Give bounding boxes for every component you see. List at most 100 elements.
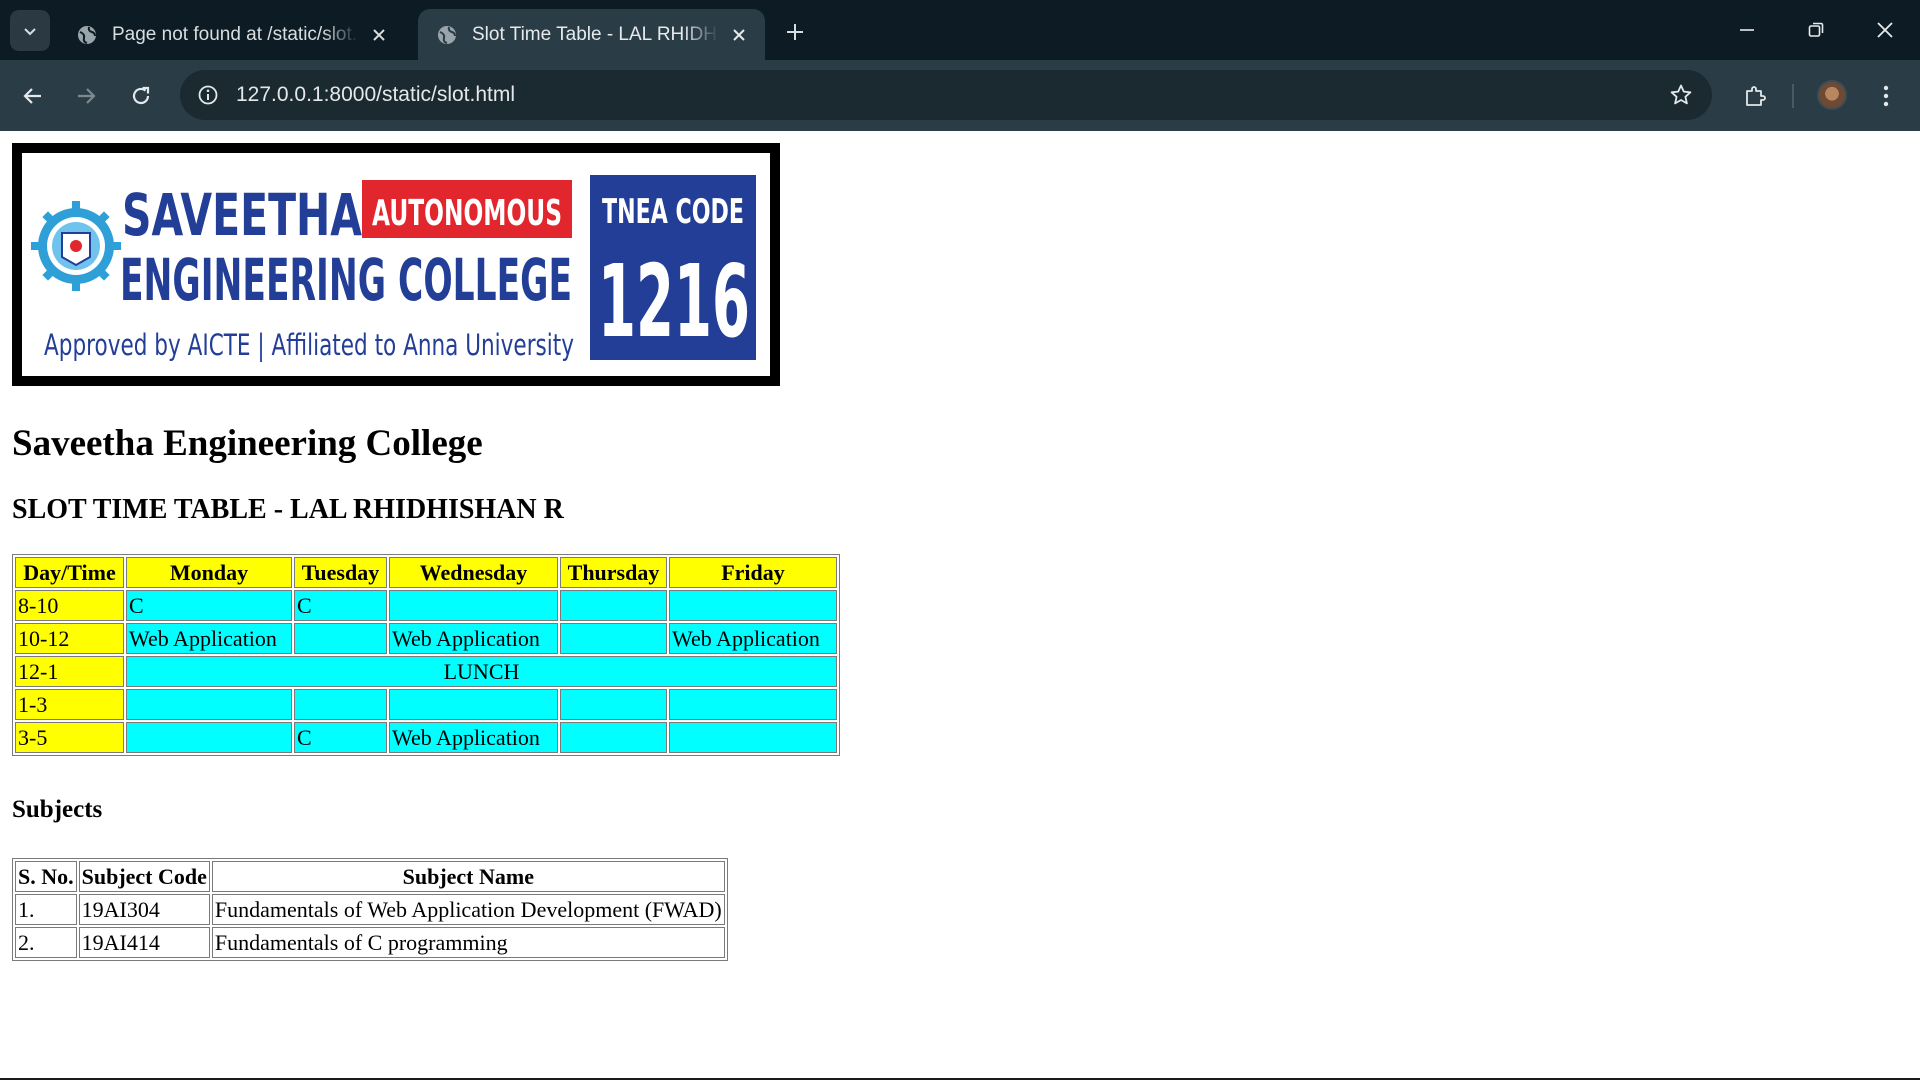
browser-toolbar: 127.0.0.1:8000/static/slot.html (0, 60, 1920, 131)
close-icon (1877, 22, 1893, 38)
tab-slot-time-table[interactable]: Slot Time Table - LAL RHIDHISHAN R (418, 9, 765, 60)
time-slot: 3-5 (15, 722, 124, 753)
table-row: 2. 19AI414 Fundamentals of C programming (15, 927, 725, 958)
time-slot: 12-1 (15, 656, 124, 687)
more-vertical-icon (1883, 85, 1889, 107)
header-wednesday: Wednesday (389, 557, 558, 588)
reload-button[interactable] (123, 78, 159, 114)
minimize-button[interactable] (1730, 15, 1764, 45)
table-row: 10-12 Web Application Web Application We… (15, 623, 837, 654)
table-cell: C (126, 590, 292, 621)
table-cell (560, 689, 667, 720)
profile-avatar[interactable] (1817, 80, 1847, 110)
plus-icon (787, 24, 803, 40)
close-tab-icon[interactable] (727, 23, 751, 47)
time-slot: 10-12 (15, 623, 124, 654)
table-cell (389, 590, 558, 621)
table-cell: Web Application (389, 623, 558, 654)
globe-icon (438, 25, 456, 44)
tnea-code: 1216 (598, 243, 750, 360)
subjects-table: S. No. Subject Code Subject Name 1. 19AI… (12, 858, 728, 961)
globe-icon (78, 25, 96, 44)
header-tuesday: Tuesday (294, 557, 387, 588)
extensions-button[interactable] (1737, 78, 1773, 114)
reload-icon (132, 86, 150, 105)
table-cell: C (294, 722, 387, 753)
subject-sno: 1. (15, 894, 77, 925)
table-cell: Web Application (669, 623, 837, 654)
header-friday: Friday (669, 557, 837, 588)
header-sno: S. No. (15, 861, 77, 892)
site-info-button[interactable] (192, 79, 224, 111)
banner-line1: SAVEETHA (122, 181, 362, 249)
minimize-icon (1740, 29, 1754, 31)
tab-title: Slot Time Table - LAL RHIDHISHAN R (472, 23, 719, 45)
page-subtitle: SLOT TIME TABLE - LAL RHIDHISHAN R (12, 494, 564, 525)
tab-title: Page not found at /static/slot.html (112, 23, 359, 45)
banner-line2: ENGINEERING COLLEGE (120, 246, 572, 314)
restore-button[interactable] (1799, 15, 1833, 45)
puzzle-icon (1746, 86, 1766, 106)
table-row: 8-10 C C (15, 590, 837, 621)
header-thursday: Thursday (560, 557, 667, 588)
subjects-heading: Subjects (12, 796, 103, 823)
time-slot: 1-3 (15, 689, 124, 720)
star-icon (1670, 84, 1692, 105)
table-cell: Web Application (126, 623, 292, 654)
table-cell (126, 689, 292, 720)
table-cell (560, 722, 667, 753)
table-cell (560, 623, 667, 654)
close-tab-icon[interactable] (367, 23, 391, 47)
banner-line3: Approved by AICTE | Affiliated to Anna U… (44, 328, 574, 362)
restore-icon (1808, 22, 1824, 37)
banner-badge: AUTONOMOUS (372, 193, 562, 234)
header-day-time: Day/Time (15, 557, 124, 588)
new-tab-button[interactable] (780, 17, 810, 47)
header-subject-code: Subject Code (78, 861, 210, 892)
table-cell (669, 689, 837, 720)
close-window-button[interactable] (1868, 15, 1902, 45)
table-row: 12-1 LUNCH (15, 656, 837, 687)
tnea-label: TNEA CODE (602, 192, 744, 232)
bookmark-button[interactable] (1666, 80, 1696, 110)
college-banner: SAVEETHA AUTONOMOUS ENGINEERING COLLEGE … (12, 143, 780, 386)
subject-code: 19AI414 (78, 927, 210, 958)
tab-strip: Page not found at /static/slot.html Slot… (0, 0, 1920, 60)
arrow-right-icon (78, 88, 96, 104)
subject-code: 19AI304 (78, 894, 210, 925)
subjects-header-row: S. No. Subject Code Subject Name (15, 861, 725, 892)
header-subject-name: Subject Name (211, 861, 725, 892)
table-row: 1-3 (15, 689, 837, 720)
menu-button[interactable] (1868, 78, 1904, 114)
time-slot: 8-10 (15, 590, 124, 621)
url-text[interactable]: 127.0.0.1:8000/static/slot.html (236, 70, 515, 120)
subject-name: Fundamentals of Web Application Developm… (211, 894, 725, 925)
table-cell (669, 722, 837, 753)
college-emblem-icon (31, 201, 121, 291)
forward-button[interactable] (68, 78, 104, 114)
arrow-left-icon (23, 88, 41, 104)
college-logo: SAVEETHA AUTONOMOUS ENGINEERING COLLEGE … (31, 175, 756, 362)
toolbar-separator (1792, 84, 1794, 108)
tab-page-not-found[interactable]: Page not found at /static/slot.html (58, 9, 405, 60)
table-cell (560, 590, 667, 621)
table-cell (294, 689, 387, 720)
table-cell: C (294, 590, 387, 621)
tab-search-button[interactable] (10, 10, 50, 51)
subject-name: Fundamentals of C programming (211, 927, 725, 958)
table-row: 1. 19AI304 Fundamentals of Web Applicati… (15, 894, 725, 925)
table-cell (669, 590, 837, 621)
header-monday: Monday (126, 557, 292, 588)
chevron-down-icon (24, 27, 36, 35)
page-title: Saveetha Engineering College (12, 423, 483, 464)
table-cell (294, 623, 387, 654)
timetable-header-row: Day/Time Monday Tuesday Wednesday Thursd… (15, 557, 837, 588)
slot-timetable: Day/Time Monday Tuesday Wednesday Thursd… (12, 554, 840, 756)
table-cell (389, 689, 558, 720)
table-cell: Web Application (389, 722, 558, 753)
table-cell (126, 722, 292, 753)
back-button[interactable] (15, 78, 51, 114)
lunch-cell: LUNCH (126, 656, 837, 687)
info-icon (198, 85, 218, 105)
address-bar[interactable]: 127.0.0.1:8000/static/slot.html (180, 70, 1712, 120)
